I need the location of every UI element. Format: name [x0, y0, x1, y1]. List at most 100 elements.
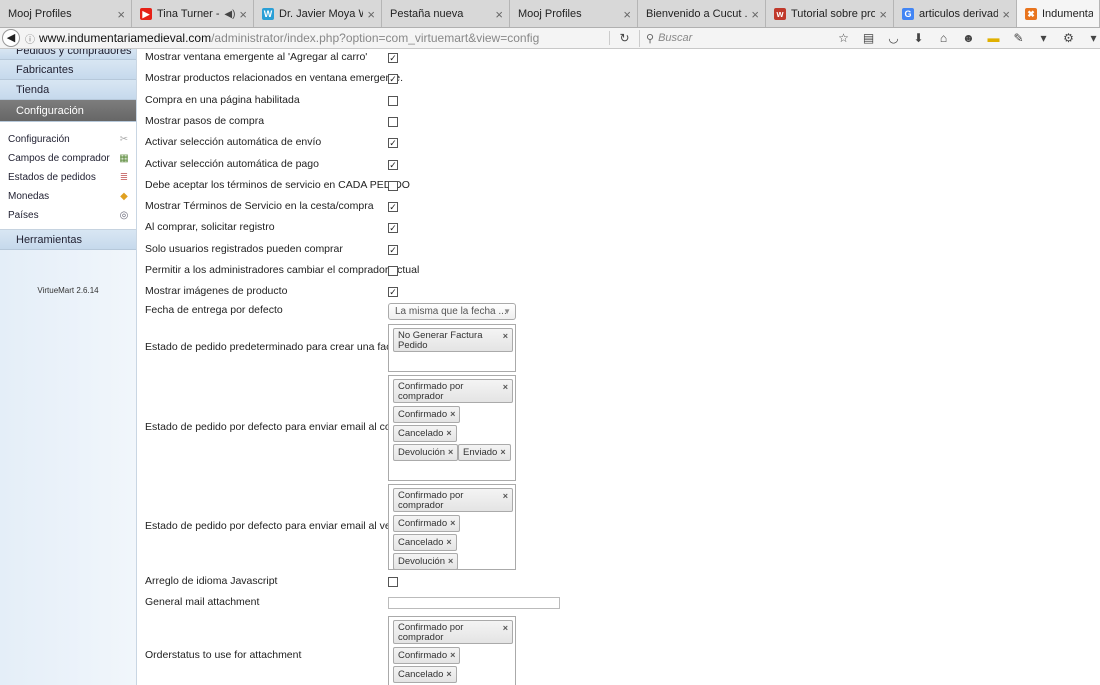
browser-nav-bar: ◀ ⓘ www.indumentariamedieval.com/adminis… — [0, 28, 1100, 49]
delivery-date-select[interactable]: La misma que la fecha ... ▼ — [388, 303, 516, 320]
back-arrow-icon[interactable]: ◀ — [2, 29, 20, 47]
setting-checkbox[interactable]: ✓ — [388, 159, 398, 170]
browser-tab[interactable]: w Tutorial sobre produ... × — [766, 0, 894, 27]
sidebar-subitem[interactable]: Países ◎ — [0, 206, 136, 225]
download-icon[interactable]: ⬇ — [906, 31, 931, 45]
chevron-down-icon: ▼ — [503, 307, 511, 316]
setting-checkbox[interactable] — [388, 266, 398, 276]
browser-tab[interactable]: Bienvenido a Cucut ... × — [638, 0, 766, 27]
dropdown-arrow-icon-2[interactable]: ▾ — [1081, 31, 1100, 45]
browser-tab[interactable]: Mooj Profiles × — [510, 0, 638, 27]
setting-checkbox[interactable] — [388, 95, 398, 106]
close-icon[interactable]: × — [1002, 7, 1010, 22]
close-icon[interactable]: × — [239, 7, 247, 22]
sidebar-head-store[interactable]: Tienda — [0, 80, 136, 100]
close-icon[interactable]: × — [495, 7, 503, 22]
browser-tab[interactable]: ▶ Tina Turner - On...◀) × — [132, 0, 254, 27]
remove-chip-icon[interactable]: × — [450, 518, 455, 528]
reading-list-icon[interactable]: ▤ — [856, 31, 881, 45]
browser-tab[interactable]: Garticulos derivados j... × — [894, 0, 1017, 27]
close-icon[interactable]: × — [117, 7, 125, 22]
sidebar-subitem-icon: ◆ — [120, 190, 128, 202]
tab-favicon-icon: ✖ — [1025, 8, 1037, 20]
invoice-multiselect[interactable]: No Generar Factura Pedido × — [388, 324, 516, 372]
sidebar-head-orders[interactable]: Pedidos y compradores — [0, 49, 136, 60]
close-icon[interactable]: × — [623, 7, 631, 22]
remove-chip-icon[interactable]: × — [503, 491, 508, 501]
setting-label: Estado de pedido predeterminado para cre… — [145, 341, 410, 353]
speaker-icon[interactable]: ◀) — [224, 9, 235, 20]
setting-checkbox[interactable]: ✓ — [388, 202, 398, 213]
sidebar-subitem[interactable]: Configuración ✂ — [0, 130, 136, 149]
setting-checkbox[interactable] — [388, 577, 398, 587]
chat-icon[interactable]: ☻ — [956, 31, 981, 45]
attach-status-multiselect[interactable]: Confirmado por comprador × Confirmado × Canc… — [388, 616, 516, 685]
setting-row: Estado de pedido predeterminado para cre… — [141, 324, 571, 372]
email-buyer-multiselect[interactable]: Confirmado por comprador × Confirmado × Canc… — [388, 375, 516, 481]
status-chip-label: Confirmado por comprador — [398, 490, 464, 511]
sidebar-head-manufacturers[interactable]: Fabricantes — [0, 60, 136, 80]
setting-label: Activar selección automática de envío — [145, 136, 322, 149]
remove-chip-icon[interactable]: × — [448, 447, 453, 457]
remove-chip-icon[interactable]: × — [503, 331, 508, 341]
mail-attachment-input[interactable] — [388, 597, 560, 609]
setting-checkbox[interactable] — [388, 116, 398, 127]
search-input[interactable]: ⚲ Buscar — [639, 29, 819, 47]
setting-row: Mostrar Términos de Servicio en la cesta… — [141, 197, 571, 217]
setting-checkbox[interactable]: ✓ — [388, 244, 398, 255]
sidebar-subitem[interactable]: Monedas ◆ — [0, 187, 136, 206]
bookmark-star-icon[interactable]: ☆ — [831, 31, 856, 45]
remove-chip-icon[interactable]: × — [446, 537, 451, 547]
remove-chip-icon[interactable]: × — [500, 447, 505, 457]
remove-chip-icon[interactable]: × — [450, 650, 455, 660]
status-chip: Cancelado × — [393, 534, 457, 551]
status-chip: Devolución × — [393, 444, 459, 461]
sidebar-subitem[interactable]: Estados de pedidos ≣ — [0, 168, 136, 187]
remove-chip-icon[interactable]: × — [503, 382, 508, 392]
url-bar[interactable]: www.indumentariamedieval.com/administrat… — [39, 31, 609, 45]
close-icon[interactable]: × — [367, 7, 375, 22]
setting-checkbox[interactable] — [388, 180, 398, 191]
setting-label: Estado de pedido por defecto para enviar… — [145, 520, 424, 532]
browser-tab[interactable]: ✖ Indumentaria Me — [1017, 0, 1100, 27]
dropper-icon[interactable]: ✎ — [1006, 31, 1031, 45]
pocket-icon[interactable]: ◡ — [881, 31, 906, 45]
setting-label: Activar selección automática de pago — [145, 157, 319, 170]
extension-icon[interactable]: ▬ — [981, 31, 1006, 45]
sidebar-head-tools[interactable]: Herramientas — [0, 230, 136, 250]
sidebar-subitem-icon: ✂ — [119, 133, 129, 145]
setting-row: Mostrar pasos de compra — [141, 112, 571, 132]
tab-title: Mooj Profiles — [518, 8, 582, 20]
setting-checkbox[interactable]: ✓ — [388, 53, 398, 63]
sidebar-subitem[interactable]: Campos de comprador ▦ — [0, 149, 136, 168]
remove-chip-icon[interactable]: × — [446, 428, 451, 438]
dropdown-arrow-icon[interactable]: ▾ — [1031, 31, 1056, 45]
status-chip-label: Cancelado — [398, 669, 444, 680]
remove-chip-icon[interactable]: × — [450, 409, 455, 419]
browser-tab[interactable]: W Dr. Javier Moya Web... × — [254, 0, 382, 27]
sidebar-head-configuration[interactable]: Configuración — [0, 100, 136, 122]
reload-icon[interactable]: ↻ — [609, 31, 639, 45]
search-icon: ⚲ — [646, 32, 655, 45]
setting-label: Orderstatus to use for attachment — [145, 649, 302, 661]
setting-checkbox[interactable]: ✓ — [388, 223, 398, 234]
browser-tab[interactable]: Mooj Profiles × — [0, 0, 132, 27]
sidebar-subitem-label: Campos de comprador — [8, 153, 110, 164]
remove-chip-icon[interactable]: × — [448, 556, 453, 566]
status-chip-label: No Generar Factura Pedido — [398, 330, 483, 351]
setting-checkbox[interactable]: ✓ — [388, 74, 398, 85]
email-vendor-multiselect[interactable]: Confirmado por comprador × Confirmado × Canc… — [388, 484, 516, 570]
info-icon[interactable]: ⓘ — [25, 31, 35, 46]
setting-label: Mostrar imágenes de producto — [145, 285, 288, 298]
close-icon[interactable]: × — [751, 7, 759, 22]
home-icon[interactable]: ⌂ — [931, 31, 956, 45]
close-icon[interactable]: × — [879, 7, 887, 22]
setting-checkbox[interactable]: ✓ — [388, 287, 398, 298]
remove-chip-icon[interactable]: × — [446, 669, 451, 679]
browser-tab[interactable]: Pestaña nueva × — [382, 0, 510, 27]
addon-icon[interactable]: ⚙ — [1056, 31, 1081, 45]
toolbar-icons: ☆ ▤ ◡ ⬇ ⌂ ☻ ▬ ✎ ▾ ⚙ ▾ S ▾ — [831, 31, 1100, 45]
remove-chip-icon[interactable]: × — [503, 623, 508, 633]
status-chip-label: Confirmado — [398, 650, 448, 661]
setting-checkbox[interactable]: ✓ — [388, 138, 398, 149]
